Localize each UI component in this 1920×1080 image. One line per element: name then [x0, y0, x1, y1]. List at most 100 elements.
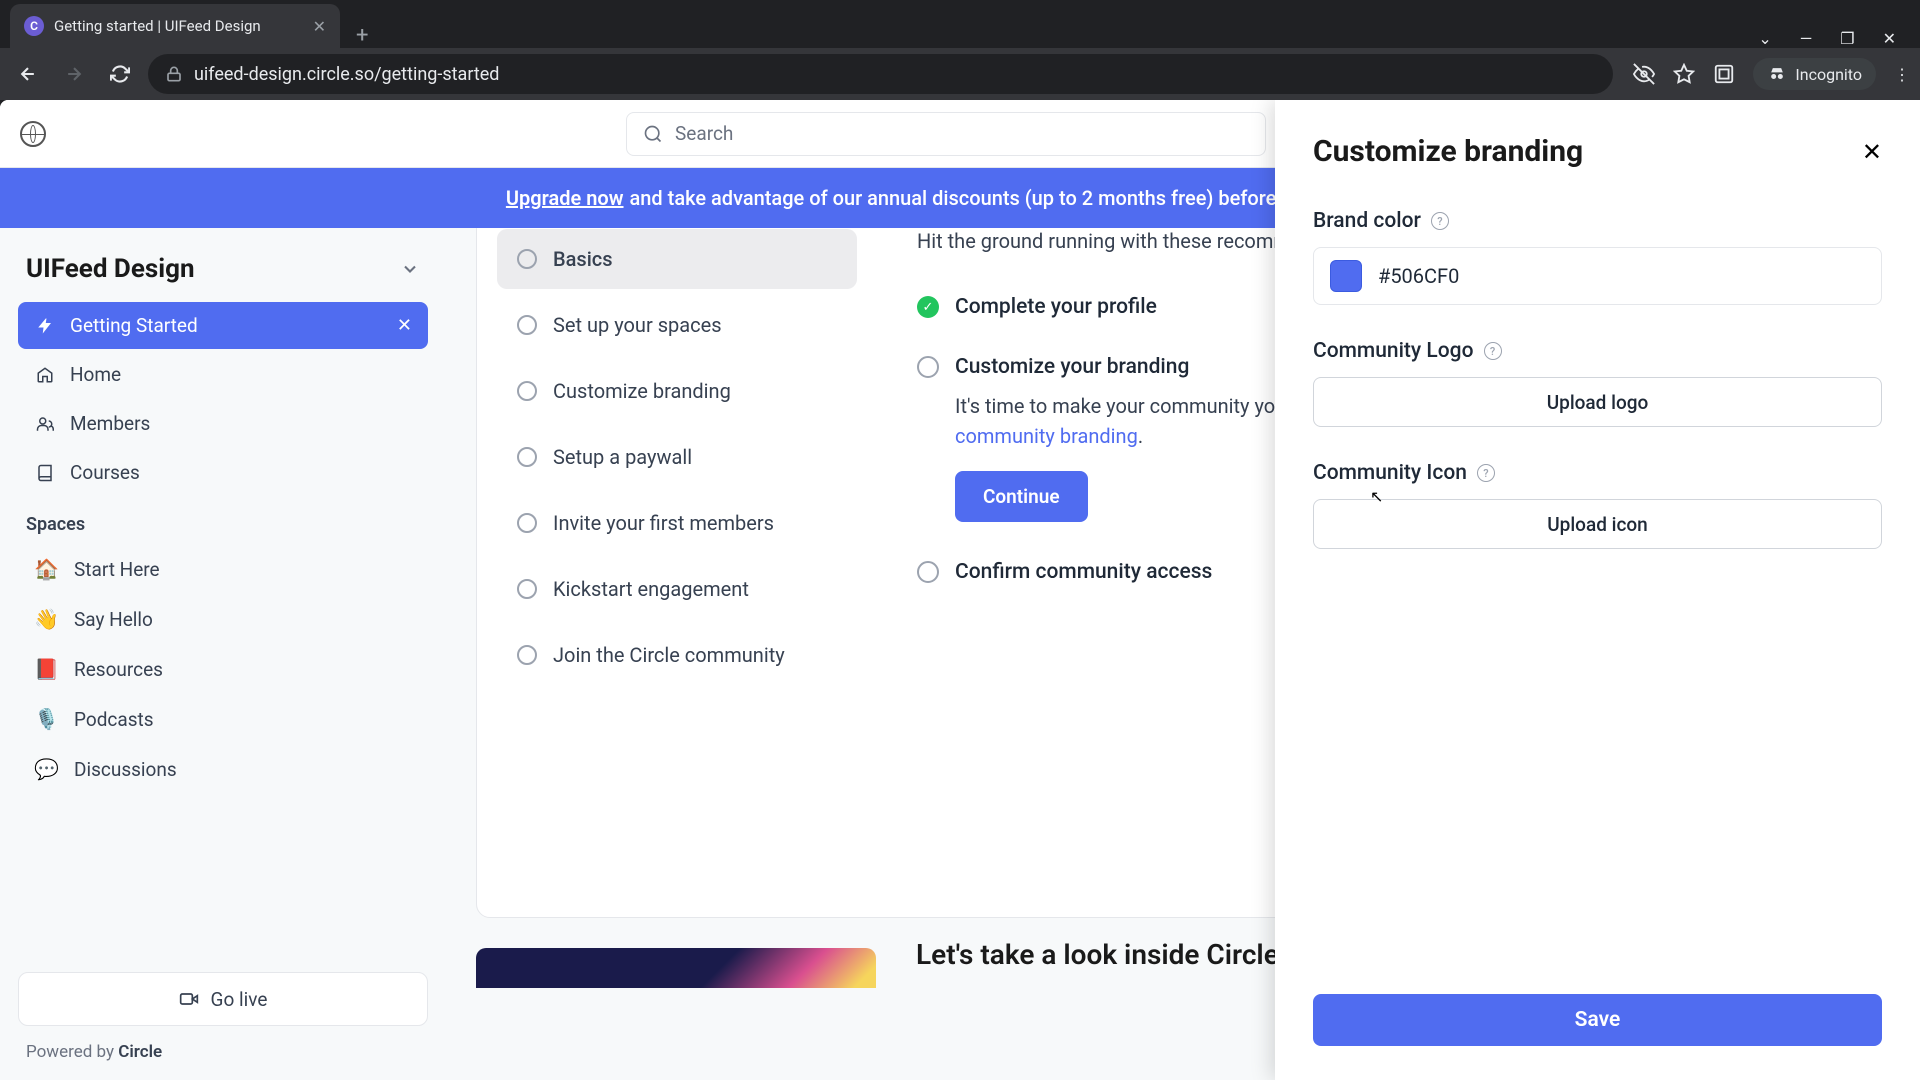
checklist-item-invite[interactable]: Invite your first members: [497, 493, 857, 553]
space-discussions[interactable]: 💬 Discussions: [18, 745, 428, 793]
window-controls: ⌄ — ❐ ✕: [1734, 29, 1920, 48]
url-text: uifeed-design.circle.so/getting-started: [194, 64, 1595, 85]
chat-icon: 💬: [34, 757, 60, 781]
sidebar-item-label: Courses: [70, 461, 140, 484]
radio-icon: [517, 579, 537, 599]
color-swatch[interactable]: [1330, 260, 1362, 292]
community-name: UIFeed Design: [26, 254, 195, 284]
favicon: C: [24, 16, 44, 36]
space-label: Resources: [74, 658, 163, 681]
globe-icon[interactable]: [20, 121, 46, 147]
book-icon: [34, 464, 56, 482]
continue-button[interactable]: Continue: [955, 471, 1088, 522]
extensions-icon[interactable]: [1713, 63, 1735, 85]
checklist-item-spaces[interactable]: Set up your spaces: [497, 295, 857, 355]
checklist-item-join[interactable]: Join the Circle community: [497, 625, 857, 685]
upload-logo-button[interactable]: Upload logo: [1313, 377, 1882, 427]
book-icon: 📕: [34, 657, 60, 681]
space-label: Discussions: [74, 758, 177, 781]
checklist-item-branding[interactable]: Customize branding: [497, 361, 857, 421]
community-switcher[interactable]: UIFeed Design: [18, 242, 428, 302]
checklist-item-engagement[interactable]: Kickstart engagement: [497, 559, 857, 619]
help-icon[interactable]: ?: [1431, 212, 1449, 230]
close-icon[interactable]: ✕: [397, 315, 412, 336]
next-section-heading: Let's take a look inside Circle: [916, 938, 1279, 971]
sidebar-item-getting-started[interactable]: Getting Started ✕: [18, 302, 428, 349]
wave-icon: 👋: [34, 607, 60, 631]
search-icon: [643, 124, 663, 144]
close-icon[interactable]: ✕: [313, 17, 326, 36]
sidebar-item-home[interactable]: Home: [18, 351, 428, 398]
new-tab-button[interactable]: +: [340, 23, 384, 48]
back-button[interactable]: [10, 56, 46, 92]
radio-icon: [517, 447, 537, 467]
sidebar: UIFeed Design Getting Started ✕ Home Mem…: [0, 228, 446, 1080]
home-icon: [34, 366, 56, 384]
community-icon-label: Community Icon ?: [1313, 461, 1882, 485]
menu-icon[interactable]: ⋮: [1894, 65, 1910, 84]
checklist-item-paywall[interactable]: Setup a paywall: [497, 427, 857, 487]
powered-by: Powered by Circle: [18, 1026, 428, 1066]
space-start-here[interactable]: 🏠 Start Here: [18, 545, 428, 593]
sidebar-item-label: Getting Started: [70, 314, 198, 337]
check-icon: ✓: [917, 296, 939, 318]
search-input[interactable]: Search: [626, 112, 1266, 156]
url-field[interactable]: uifeed-design.circle.so/getting-started: [148, 54, 1613, 94]
incognito-icon: [1767, 64, 1787, 84]
brand-color-label: Brand color ?: [1313, 209, 1882, 233]
upload-icon-button[interactable]: Upload icon: [1313, 499, 1882, 549]
sidebar-item-label: Home: [70, 363, 121, 386]
upgrade-link[interactable]: Upgrade now: [506, 186, 624, 210]
star-icon[interactable]: [1673, 63, 1695, 85]
space-resources[interactable]: 📕 Resources: [18, 645, 428, 693]
lock-icon: [166, 66, 182, 82]
space-podcasts[interactable]: 🎙️Podcasts: [18, 695, 428, 743]
sidebar-item-label: Members: [70, 412, 150, 435]
radio-icon: [917, 561, 939, 583]
forward-button[interactable]: [56, 56, 92, 92]
community-logo-label: Community Logo ?: [1313, 339, 1882, 363]
close-window-icon[interactable]: ✕: [1883, 29, 1896, 48]
close-icon[interactable]: ✕: [1862, 138, 1882, 166]
minimize-icon[interactable]: —: [1800, 29, 1813, 48]
search-placeholder: Search: [675, 122, 733, 145]
space-say-hello[interactable]: 👋 Say Hello: [18, 595, 428, 643]
branding-link[interactable]: community branding: [955, 424, 1138, 448]
video-thumbnail[interactable]: [476, 948, 876, 988]
radio-icon: [517, 315, 537, 335]
space-label: Say Hello: [74, 608, 153, 631]
browser-tab[interactable]: C Getting started | UIFeed Design ✕: [10, 4, 340, 48]
sidebar-item-members[interactable]: Members: [18, 400, 428, 447]
bolt-icon: [34, 317, 56, 335]
radio-icon: [517, 381, 537, 401]
reload-button[interactable]: [102, 56, 138, 92]
address-bar: uifeed-design.circle.so/getting-started …: [0, 48, 1920, 100]
panel-title: Customize branding: [1313, 134, 1583, 169]
video-icon: [179, 989, 199, 1009]
chevron-down-icon[interactable]: ⌄: [1758, 29, 1771, 48]
save-button[interactable]: Save: [1313, 994, 1882, 1046]
radio-icon: [917, 356, 939, 378]
radio-icon: [517, 249, 537, 269]
checklist-column: Basics Set up your spaces Customize bran…: [477, 228, 877, 917]
spaces-heading: Spaces: [18, 498, 428, 545]
checklist-item-basics[interactable]: Basics: [497, 229, 857, 289]
brand-color-input[interactable]: #506CF0: [1313, 247, 1882, 305]
incognito-badge[interactable]: Incognito: [1753, 58, 1876, 90]
go-live-button[interactable]: Go live: [18, 972, 428, 1026]
help-icon[interactable]: ?: [1484, 342, 1502, 360]
radio-icon: [517, 513, 537, 533]
help-icon[interactable]: ?: [1477, 464, 1495, 482]
space-label: Start Here: [74, 558, 160, 581]
space-label: Podcasts: [74, 708, 154, 731]
color-value: #506CF0: [1378, 264, 1459, 288]
maximize-icon[interactable]: ❐: [1840, 29, 1854, 48]
chevron-down-icon: [400, 259, 420, 279]
tab-bar: C Getting started | UIFeed Design ✕ + ⌄ …: [0, 0, 1920, 48]
eye-off-icon[interactable]: [1633, 63, 1655, 85]
house-icon: 🏠: [34, 557, 60, 581]
radio-icon: [517, 645, 537, 665]
customize-branding-panel: Customize branding ✕ Brand color ? #506C…: [1275, 100, 1920, 1080]
users-icon: [34, 415, 56, 433]
sidebar-item-courses[interactable]: Courses: [18, 449, 428, 496]
